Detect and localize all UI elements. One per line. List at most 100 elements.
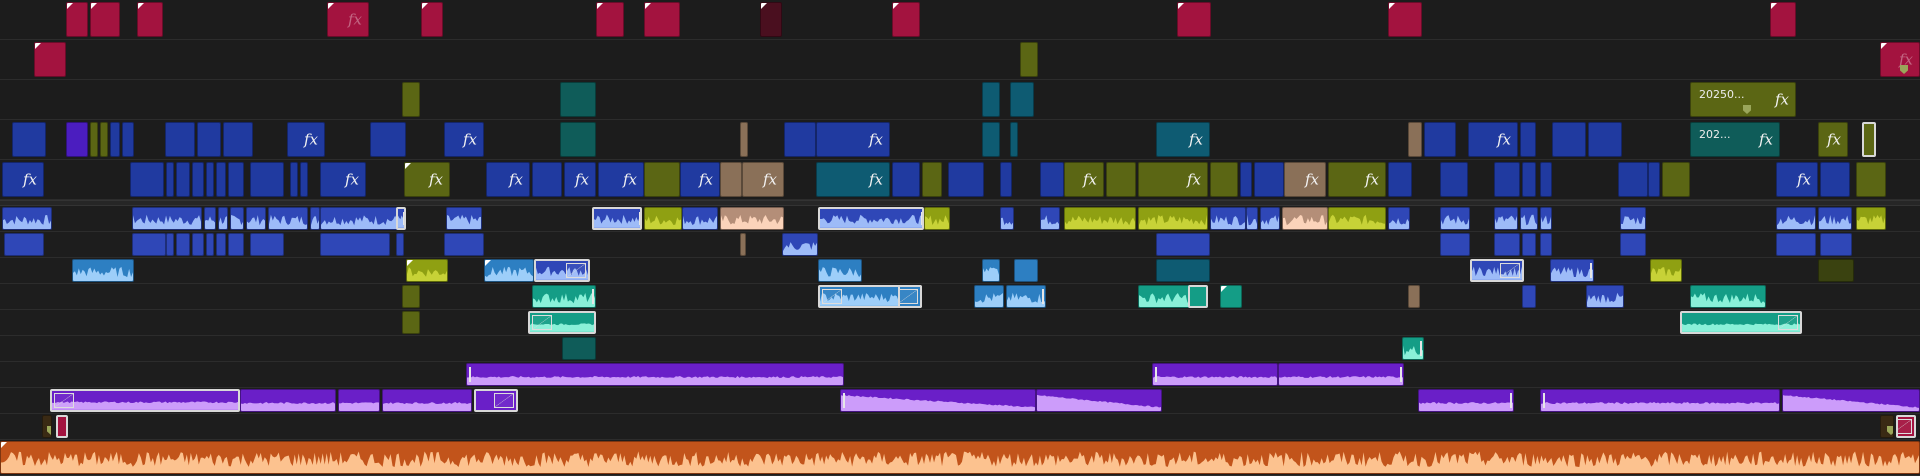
audio-clip[interactable] (1494, 233, 1520, 256)
audio-clip[interactable] (268, 207, 308, 230)
video-clip[interactable] (90, 122, 98, 157)
fx-badge[interactable]: fx (348, 10, 362, 28)
audio-clip[interactable] (1278, 363, 1404, 386)
audio-clip[interactable] (818, 259, 862, 282)
olive-video-clip[interactable]: fx 20250... (1690, 82, 1796, 117)
video-clip[interactable] (110, 122, 120, 157)
music-bed-audio-clip[interactable] (0, 441, 1920, 474)
audio-clip[interactable] (132, 207, 202, 230)
audio-clip[interactable] (2, 207, 52, 230)
audio-track-a3[interactable] (0, 258, 1920, 284)
timeline[interactable]: fx fx fx 20250... fx fx fx fx fx fx fx 202... fx fx fx… (0, 0, 1920, 476)
audio-clip[interactable] (1440, 207, 1470, 230)
audio-clip[interactable] (1210, 207, 1246, 230)
video-clip[interactable]: fx (320, 162, 366, 197)
video-clip[interactable]: fx (1156, 122, 1210, 157)
video-clip[interactable]: fx (287, 122, 325, 157)
audio-clip[interactable] (898, 285, 922, 308)
audio-clip[interactable] (1782, 389, 1920, 412)
audio-clip[interactable] (1000, 207, 1014, 230)
audio-clip[interactable] (56, 415, 68, 438)
transition-handle[interactable] (1898, 419, 1912, 434)
video-clip[interactable] (1552, 122, 1586, 157)
video-track-v6[interactable] (0, 0, 1920, 40)
audio-clip[interactable] (840, 389, 1036, 412)
audio-clip[interactable] (402, 285, 420, 308)
fx-badge[interactable]: fx (1187, 170, 1201, 188)
teal-video-clip[interactable]: fx 202... (1690, 122, 1780, 157)
audio-clip[interactable] (740, 233, 746, 256)
clip-edge-handle[interactable] (843, 393, 845, 408)
magenta-video-clip[interactable]: fx (1880, 42, 1920, 77)
video-track-v5[interactable] (0, 40, 1920, 80)
audio-clip[interactable] (720, 207, 784, 230)
audio-clip[interactable] (166, 233, 174, 256)
magenta-video-clip[interactable]: fx (327, 2, 369, 37)
fx-badge[interactable]: fx (345, 170, 359, 188)
video-clip[interactable] (892, 162, 920, 197)
audio-clip[interactable] (782, 233, 818, 256)
audio-clip[interactable] (240, 389, 336, 412)
magenta-video-clip[interactable] (1177, 2, 1211, 37)
audio-clip[interactable] (1540, 389, 1780, 412)
audio-clip[interactable] (250, 233, 284, 256)
audio-clip[interactable] (402, 311, 420, 334)
audio-clip[interactable] (396, 233, 404, 256)
audio-clip[interactable] (562, 337, 596, 360)
video-audio-divider[interactable] (0, 200, 1920, 206)
video-clip[interactable] (290, 162, 298, 197)
transition-handle[interactable] (1500, 263, 1520, 278)
video-clip[interactable] (644, 162, 680, 197)
video-clip[interactable] (370, 122, 406, 157)
video-clip[interactable]: fx (1776, 162, 1818, 197)
audio-clip[interactable] (592, 207, 642, 230)
audio-clip[interactable] (50, 389, 240, 412)
video-clip[interactable] (1254, 162, 1284, 197)
olive-video-clip[interactable] (402, 82, 420, 117)
audio-clip[interactable] (338, 389, 380, 412)
video-clip[interactable] (1618, 162, 1648, 197)
audio-clip[interactable] (310, 207, 320, 230)
video-clip[interactable]: fx (816, 122, 890, 157)
video-clip[interactable] (560, 122, 596, 157)
audio-clip[interactable] (1388, 207, 1410, 230)
fx-badge[interactable]: fx (869, 170, 883, 188)
video-clip[interactable] (12, 122, 46, 157)
audio-clip[interactable] (1540, 233, 1552, 256)
audio-clip[interactable] (192, 233, 204, 256)
audio-clip[interactable] (1440, 233, 1470, 256)
video-clip[interactable] (176, 162, 190, 197)
audio-clip[interactable] (1014, 259, 1038, 282)
audio-clip[interactable] (924, 207, 950, 230)
fx-badge[interactable]: fx (1305, 170, 1319, 188)
video-clip[interactable] (1522, 162, 1536, 197)
video-clip[interactable] (1388, 162, 1412, 197)
audio-clip[interactable] (1138, 207, 1208, 230)
clip-edge-handle[interactable] (1590, 263, 1592, 278)
audio-clip[interactable] (818, 207, 924, 230)
video-clip[interactable] (1856, 162, 1886, 197)
audio-track-a5[interactable] (0, 310, 1920, 336)
teal-video-clip[interactable] (560, 82, 596, 117)
audio-clip[interactable] (1650, 259, 1682, 282)
audio-clip[interactable] (1818, 207, 1852, 230)
audio-clip[interactable] (644, 207, 682, 230)
video-clip[interactable] (1000, 162, 1012, 197)
video-clip[interactable] (1862, 122, 1876, 157)
fx-badge[interactable]: fx (1827, 130, 1841, 148)
video-clip[interactable]: fx (1328, 162, 1386, 197)
clip-edge-handle[interactable] (469, 367, 471, 382)
magenta-video-clip[interactable] (892, 2, 920, 37)
magenta-video-clip[interactable] (644, 2, 680, 37)
magenta-video-clip[interactable] (596, 2, 624, 37)
video-clip[interactable]: fx (742, 162, 784, 197)
magenta-video-clip[interactable] (34, 42, 66, 77)
audio-clip[interactable] (1328, 207, 1386, 230)
olive-video-clip[interactable] (1020, 42, 1038, 77)
fx-badge[interactable]: fx (1497, 130, 1511, 148)
video-clip[interactable] (165, 122, 195, 157)
audio-clip[interactable] (682, 207, 718, 230)
video-clip[interactable]: fx (2, 162, 44, 197)
magenta-video-clip[interactable] (137, 2, 163, 37)
clip-edge-handle[interactable] (1400, 367, 1402, 382)
